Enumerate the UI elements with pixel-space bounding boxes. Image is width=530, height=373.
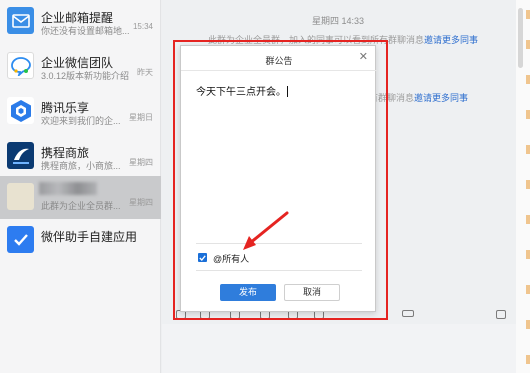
scrollbar[interactable] <box>518 8 523 68</box>
system-message-text: 此群为企业全员群，加入的同事可以看到所有群聊消息 <box>208 35 425 45</box>
close-icon[interactable]: ✕ <box>359 50 368 63</box>
group-avatar <box>7 183 34 210</box>
doc-icon[interactable] <box>402 310 414 317</box>
dialog-title: 群公告 <box>265 56 293 66</box>
mail-icon <box>7 7 34 34</box>
conversation-preview: 此群为企业全员群... <box>41 201 121 211</box>
conversation-time: 星期日 <box>129 113 153 122</box>
conversation-preview: 携程商旅，小商旅... <box>41 161 121 171</box>
text-cursor <box>287 86 288 97</box>
blurred-group-name <box>39 182 97 195</box>
chat-history-icon[interactable] <box>496 310 506 319</box>
announcement-content: 今天下午三点开会。 <box>196 87 286 98</box>
conversation-item-mail-reminder[interactable]: 企业邮箱提醒 你还没有设置邮箱地... 15:34 <box>0 0 161 45</box>
conversation-item-all-staff-group[interactable]: 此群为企业全员群... 星期四 <box>0 176 161 219</box>
conversation-item-ctrip-business[interactable]: 携程商旅 携程商旅，小商旅... 星期四 <box>0 135 161 180</box>
wecom-logo-icon <box>7 52 34 79</box>
divider <box>181 70 377 71</box>
conversation-item-tencent-lexiang[interactable]: 腾讯乐享 欢迎来到我们的企... 星期日 <box>0 90 161 135</box>
message-input[interactable] <box>162 324 516 373</box>
announcement-text-area[interactable]: 今天下午三点开会。 <box>196 83 288 98</box>
lexiang-logo-icon <box>7 97 34 124</box>
divider <box>196 243 362 244</box>
conversation-time: 星期四 <box>129 158 153 167</box>
chat-timestamp: 星期四 14:33 <box>312 16 365 26</box>
group-announcement-dialog: 群公告 ✕ 今天下午三点开会。 @所有人 发布 取消 <box>180 45 377 312</box>
divider <box>196 270 362 271</box>
conversation-item-wecom-team[interactable]: 企业微信团队 3.0.12版本新功能介绍 昨天 <box>0 45 161 90</box>
conversation-preview: 你还没有设置邮箱地... <box>41 26 130 36</box>
mention-all-checkbox[interactable] <box>198 253 207 262</box>
cancel-button[interactable]: 取消 <box>284 284 340 301</box>
conversation-time: 昨天 <box>137 68 153 77</box>
mention-all-label[interactable]: @所有人 <box>213 252 249 265</box>
invite-link[interactable]: 邀请更多同事 <box>414 93 468 103</box>
conversation-item-weiban-assistant[interactable]: 微伴助手自建应用 <box>0 219 161 264</box>
conversation-preview: 欢迎来到我们的企... <box>41 116 121 126</box>
conversation-list: 企业邮箱提醒 你还没有设置邮箱地... 15:34 企业微信团队 3.0.12版… <box>0 0 161 373</box>
conversation-name: 微伴助手自建应用 <box>41 230 138 244</box>
ctrip-logo-icon <box>7 142 34 169</box>
conversation-preview: 3.0.12版本新功能介绍 <box>41 71 130 81</box>
conversation-time: 15:34 <box>132 22 153 31</box>
conversation-time: 星期四 <box>129 198 153 207</box>
invite-link[interactable]: 邀请更多同事 <box>424 35 478 45</box>
publish-button[interactable]: 发布 <box>220 284 276 301</box>
check-icon <box>7 226 34 253</box>
